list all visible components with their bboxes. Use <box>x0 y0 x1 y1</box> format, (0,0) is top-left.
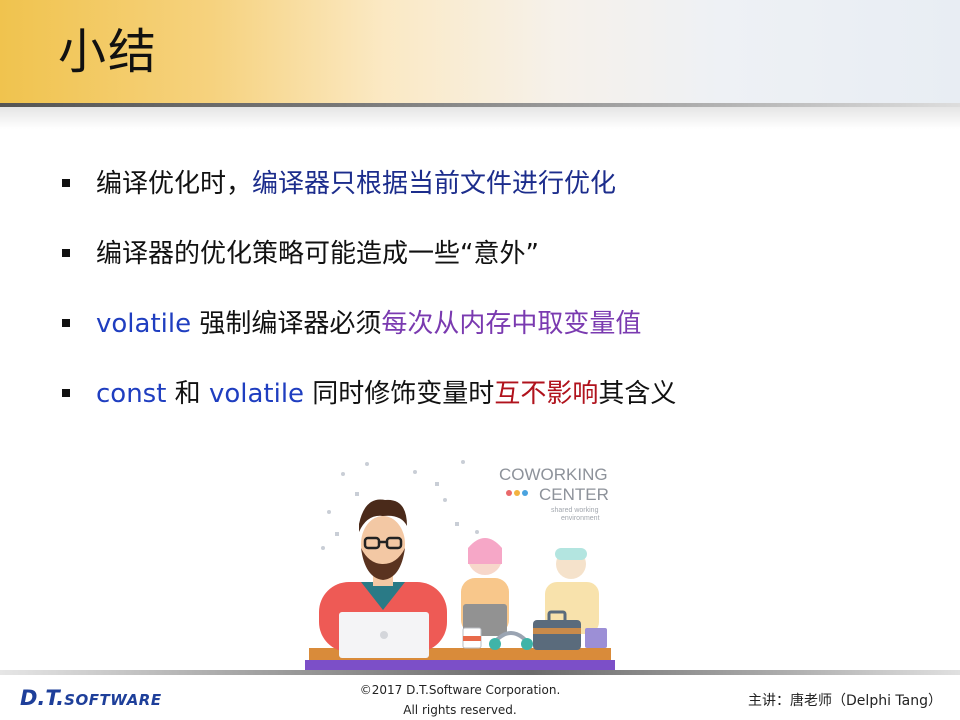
copyright-line-2: All rights reserved. <box>403 703 517 717</box>
bullet-item: 编译优化时，编译器只根据当前文件进行优化 <box>60 162 920 232</box>
bullet-text: 同时修饰变量时 <box>304 379 495 409</box>
books-icon <box>585 628 607 648</box>
dt-software-logo: D.T.SOFTWARE <box>20 686 162 710</box>
coworking-caption-2: environment <box>561 515 600 522</box>
bullet-text: 和 <box>166 379 209 409</box>
lecturer-credit: 主讲：唐老师（Delphi Tang） <box>748 693 942 709</box>
bullet-marker <box>62 319 70 327</box>
keyword-const: const <box>96 379 167 409</box>
copyright: ©2017 D.T.Software Corporation. All righ… <box>340 680 580 720</box>
bullet-text: 其含义 <box>598 379 677 409</box>
bullet-marker <box>62 179 70 187</box>
logo-main: D.T. <box>20 686 65 710</box>
bullet-list: 编译优化时，编译器只根据当前文件进行优化 编译器的优化策略可能造成一些“意外” … <box>60 162 920 442</box>
developer-figure <box>319 499 447 658</box>
bullet-highlight: 编译器只根据当前文件进行优化 <box>252 169 617 199</box>
footer-divider <box>0 670 960 675</box>
coffee-cup-icon <box>462 627 482 649</box>
coworking-illustration-svg: COWORKING CENTER shared working environm… <box>305 460 615 672</box>
slide-title: 小结 <box>58 24 159 80</box>
coworking-caption-1: shared working <box>551 507 599 514</box>
bullet-item: const 和 volatile 同时修饰变量时互不影响其含义 <box>60 372 920 442</box>
bullet-item: 编译器的优化策略可能造成一些“意外” <box>60 232 920 302</box>
bullet-item: volatile 强制编译器必须每次从内存中取变量值 <box>60 302 920 372</box>
bullet-marker <box>62 389 70 397</box>
keyword-volatile: volatile <box>208 379 305 409</box>
coworking-heading-2: CENTER <box>539 485 609 504</box>
bullet-text: 编译优化时， <box>96 169 253 199</box>
coworking-heading-1: COWORKING <box>499 465 608 484</box>
bullet-marker <box>62 249 70 257</box>
bullet-text: 强制编译器必须 <box>191 309 382 339</box>
background-person-left <box>461 538 509 636</box>
bullet-text: 编译器的优化策略可能造成一些“意外” <box>96 239 539 269</box>
title-shadow <box>0 107 960 129</box>
team-icon <box>506 490 528 496</box>
keyword-volatile: volatile <box>96 309 192 339</box>
copyright-line-1: ©2017 D.T.Software Corporation. <box>359 683 561 697</box>
coworking-illustration: COWORKING CENTER shared working environm… <box>305 452 615 672</box>
bullet-highlight: 互不影响 <box>494 379 599 409</box>
logo-sub: SOFTWARE <box>64 691 162 709</box>
bullet-highlight: 每次从内存中取变量值 <box>381 309 642 339</box>
